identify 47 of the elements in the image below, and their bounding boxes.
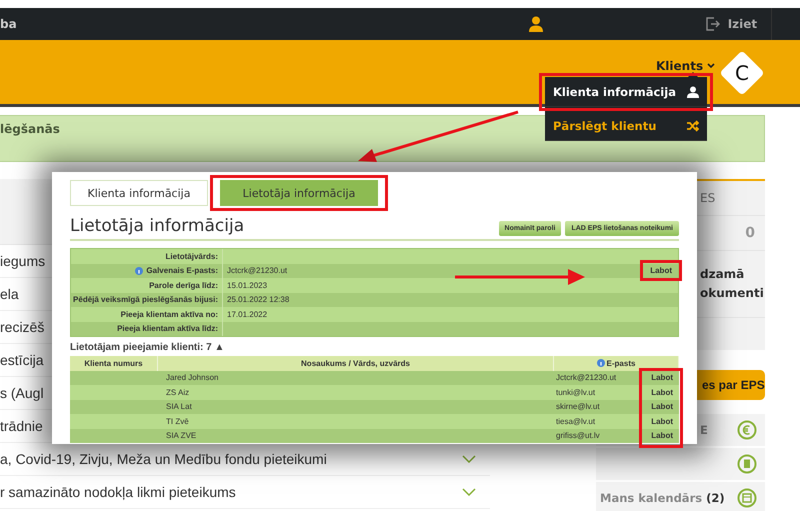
field-label: Pieeja klientam aktīva līdz: [71, 322, 223, 336]
table-cell: TI Zvē [166, 416, 189, 426]
calendar-icon [737, 488, 757, 508]
chevron-down-icon [462, 488, 476, 496]
menu-item[interactable]: Pārslēgt klientu [545, 111, 707, 141]
clients-heading: Lietotājam pieejamie klienti: 7 ▲ [70, 342, 226, 353]
field-value: Jctcrk@21230.ut [227, 266, 288, 276]
table-cell: SIA ZVE [166, 431, 196, 440]
field-value: 17.01.2022 [227, 310, 268, 319]
menu-item[interactable]: Klienta informācija [545, 77, 707, 107]
chevron-down-icon [462, 455, 476, 463]
document-icon [737, 454, 757, 474]
edit-link[interactable]: Labot [651, 388, 673, 397]
table-cell: tiesa@lv.ut [556, 416, 596, 426]
tab[interactable]: Lietotāja informācija [220, 180, 378, 206]
table-cell: grifiss@ut.lv [556, 431, 600, 440]
clients-menu[interactable]: Klients [656, 59, 716, 73]
euro-icon [737, 420, 757, 440]
table-cell: SIA Lat [166, 402, 192, 412]
table-cell: Jctcrk@21230.ut [556, 373, 616, 382]
nav-text: ba [0, 17, 17, 31]
field-value: 15.01.2023 [227, 280, 268, 290]
table-cell: tunki@lv.ut [556, 388, 596, 397]
edit-link[interactable]: Labot [651, 416, 673, 426]
user-icon[interactable] [528, 16, 544, 32]
panel-title: ES [700, 191, 716, 205]
shuffle-icon [687, 120, 699, 132]
logo[interactable]: C [719, 50, 765, 96]
tab[interactable]: Klienta informācija [70, 180, 208, 206]
field-value: 25.01.2022 12:38 [227, 295, 290, 304]
chevron-down-icon [707, 63, 716, 69]
logout-icon [706, 17, 720, 31]
info-icon [596, 359, 605, 368]
table-cell: skirne@lv.ut [556, 402, 600, 412]
highlight-frame [640, 260, 682, 281]
table-cell: Jared Johnson [166, 373, 218, 382]
edit-link[interactable]: Labot [651, 402, 673, 412]
info-icon [135, 266, 144, 275]
panel-item[interactable]: Mans kalendārs (2) [596, 482, 765, 511]
edit-link[interactable]: Labot [651, 373, 673, 382]
count: 0 [745, 225, 755, 241]
user-icon [687, 86, 699, 98]
section-title: Lietotāja informācija [70, 216, 244, 236]
edit-link[interactable]: Labot [650, 266, 672, 276]
list-item[interactable]: r samazināto nodokļa likmi pieteikums [0, 476, 490, 509]
table-cell: ZS Aiz [166, 388, 190, 397]
edit-link[interactable]: Labot [651, 431, 673, 440]
